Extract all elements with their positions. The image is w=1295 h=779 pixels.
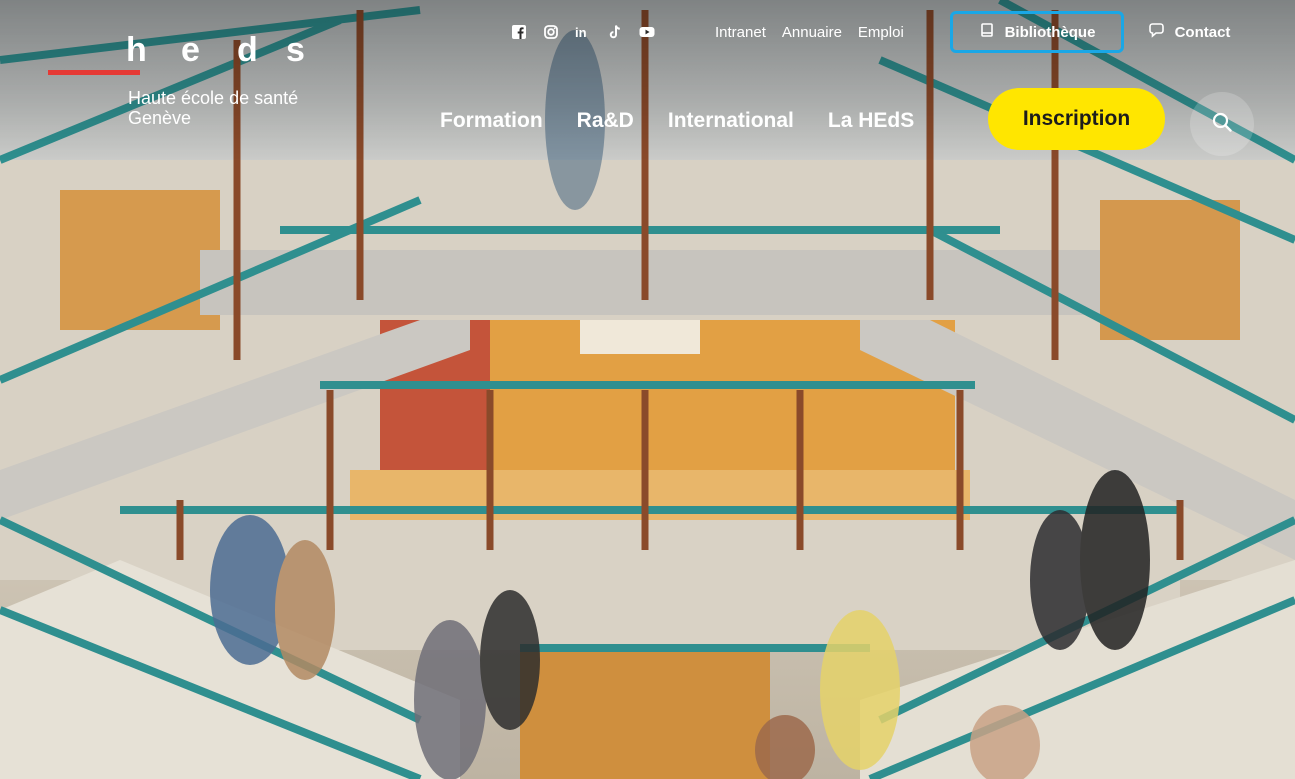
linkedin-icon[interactable]: in	[574, 23, 592, 41]
nav-rad[interactable]: Ra&D	[577, 109, 634, 133]
bibliotheque-button[interactable]: Bibliothèque	[950, 11, 1124, 53]
link-intranet[interactable]: Intranet	[715, 24, 766, 41]
nav-formation[interactable]: Formation	[440, 109, 543, 133]
youtube-icon[interactable]	[638, 23, 656, 41]
logo-wordmark: h e d s	[126, 32, 356, 70]
utility-nav: Intranet Annuaire Emploi	[715, 20, 904, 44]
site-logo[interactable]: h e d s Haute école de santé Genève	[48, 22, 348, 142]
inscription-button[interactable]: Inscription	[988, 88, 1165, 150]
logo-tagline: Haute école de santé Genève	[128, 88, 358, 128]
logo-red-bar	[48, 70, 140, 75]
instagram-icon[interactable]	[542, 23, 560, 41]
chat-bubble-icon	[1148, 22, 1165, 43]
nav-la-heds[interactable]: La HEdS	[828, 109, 914, 133]
social-links: in	[510, 20, 656, 44]
main-nav: Formation Ra&D International La HEdS	[440, 106, 914, 136]
logo-letter: h	[126, 31, 147, 69]
link-emploi[interactable]: Emploi	[858, 24, 904, 41]
contact-button[interactable]: Contact	[1126, 11, 1252, 53]
book-icon	[979, 22, 995, 42]
bibliotheque-label: Bibliothèque	[1004, 23, 1096, 41]
tagline-line: Haute école de santé	[128, 88, 299, 108]
logo-letter: s	[286, 31, 305, 69]
search-icon	[1211, 111, 1233, 138]
contact-label: Contact	[1174, 23, 1231, 41]
tiktok-icon[interactable]	[606, 23, 624, 41]
nav-international[interactable]: International	[668, 109, 794, 133]
facebook-icon[interactable]	[510, 23, 528, 41]
svg-text:in: in	[575, 25, 587, 40]
logo-letter: d	[237, 31, 258, 69]
logo-letter: e	[181, 31, 200, 69]
tagline-line: Genève	[128, 108, 192, 128]
search-button[interactable]	[1190, 92, 1254, 156]
link-annuaire[interactable]: Annuaire	[782, 24, 842, 41]
